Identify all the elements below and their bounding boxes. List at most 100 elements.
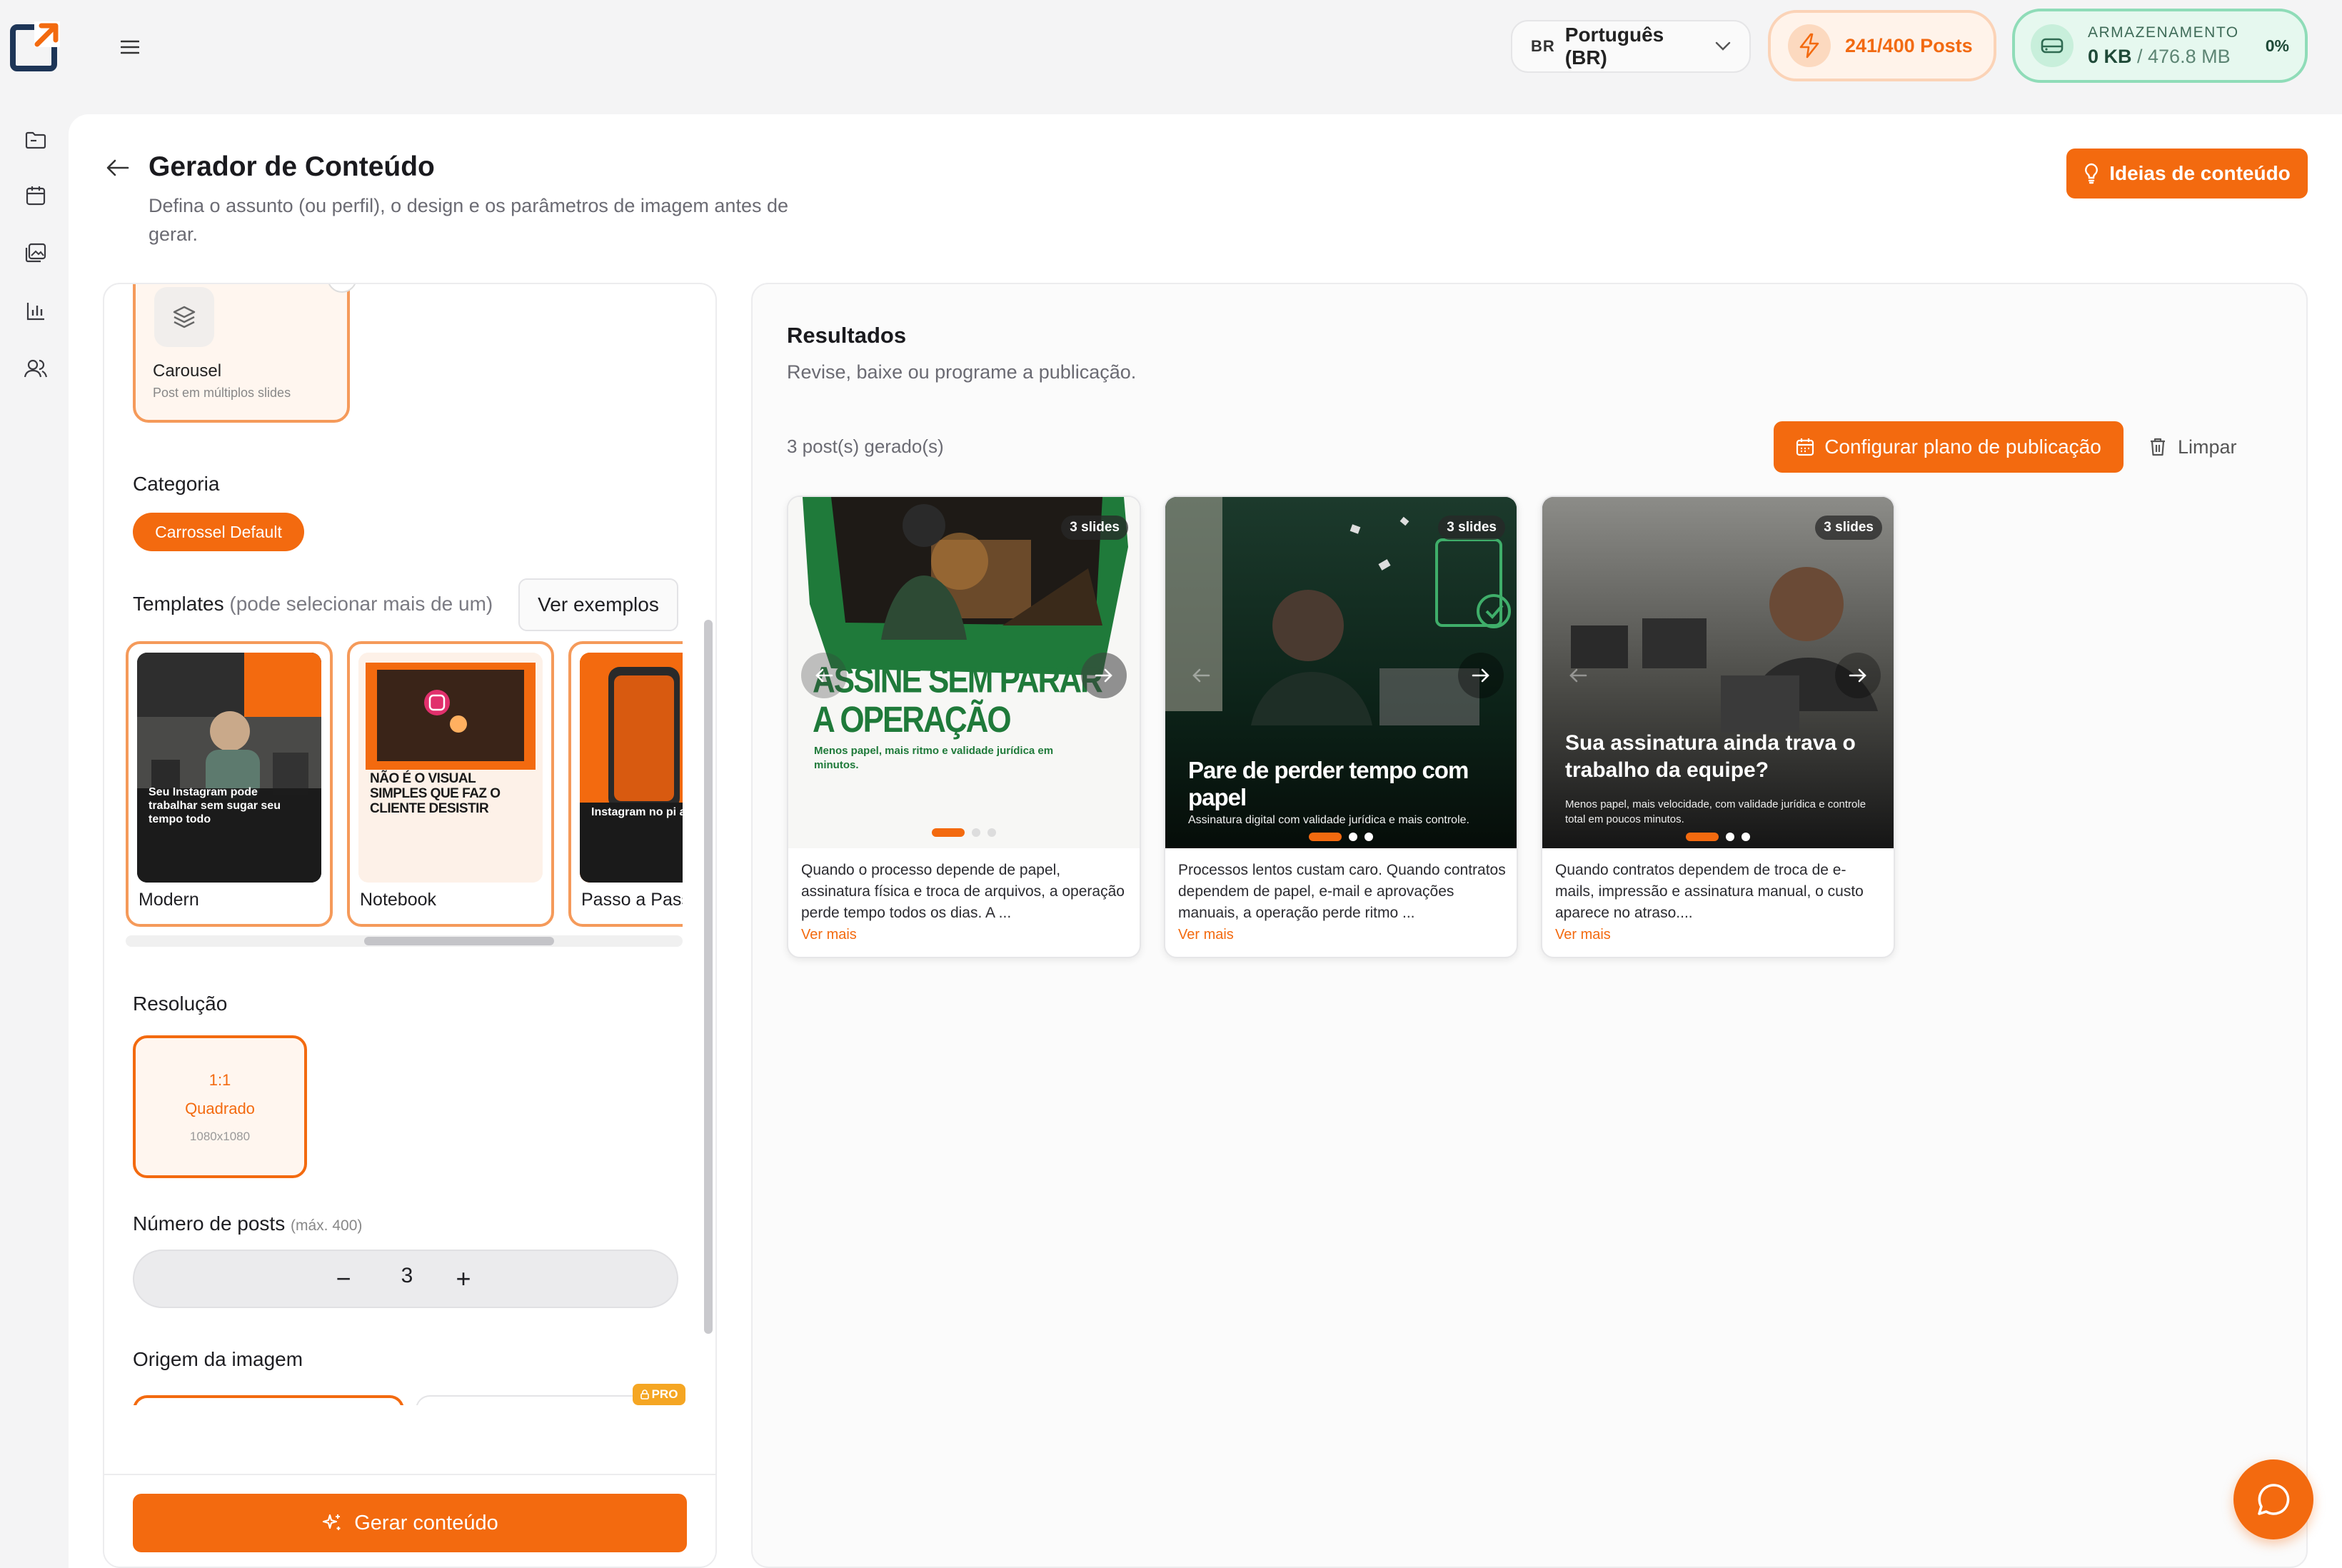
category-chip[interactable]: Carrossel Default <box>133 513 304 551</box>
post-subline: Assinatura digital com validade jurídica… <box>1188 814 1469 826</box>
back-arrow-icon[interactable] <box>100 150 136 186</box>
see-more-link[interactable]: Ver mais <box>1555 927 1611 943</box>
storage-total: / 476.8 MB <box>2131 45 2231 67</box>
trash-icon <box>2149 437 2166 457</box>
chevron-down-icon <box>1715 41 1731 51</box>
arrow-right-icon[interactable] <box>1835 653 1881 698</box>
template-headline-modern: Seu Instagram pode trabalhar sem sugar s… <box>149 786 281 825</box>
post-card[interactable]: ASSINE SEM PARAR A OPERAÇÃO Menos papel,… <box>787 496 1141 958</box>
category-label: Categoria <box>133 473 220 495</box>
results-subtitle: Revise, baixe ou programe a publicação. <box>787 361 1137 383</box>
format-subtitle: Post em múltiplos slides <box>153 386 291 400</box>
template-scrollbar[interactable] <box>126 935 683 947</box>
selected-badge <box>327 284 357 293</box>
post-headline: Sua assinatura ainda trava o trabalho da… <box>1565 731 1856 782</box>
publishing-plan-button[interactable]: Configurar plano de publicação <box>1774 421 2124 473</box>
chart-icon[interactable] <box>20 296 51 327</box>
lock-icon <box>640 1389 649 1399</box>
post-card[interactable]: Sua assinatura ainda trava o trabalho da… <box>1541 496 1895 958</box>
config-scrollbar[interactable] <box>704 620 713 1334</box>
hard-drive-icon <box>2031 24 2074 67</box>
increment-button[interactable]: + <box>446 1261 481 1297</box>
slides-badge: 3 slides <box>1061 516 1128 540</box>
arrow-left-icon[interactable] <box>1555 653 1601 698</box>
page-title: Gerador de Conteúdo <box>149 151 435 182</box>
sparkles-icon <box>321 1512 343 1534</box>
resolution-size: 1080x1080 <box>189 1130 251 1143</box>
resolution-ratio: 1:1 <box>208 1071 231 1089</box>
language-code: BR <box>1531 37 1555 55</box>
slide-dot[interactable] <box>1726 833 1734 841</box>
language-name: Português (BR) <box>1564 24 1664 69</box>
template-headline-notebook: NÃO É O VISUAL SIMPLES QUE FAZ O CLIENTE… <box>370 771 501 816</box>
slide-dot[interactable] <box>1309 833 1342 841</box>
pro-badge-label: PRO <box>651 1387 678 1401</box>
post-subline: Menos papel, mais ritmo e validade juríd… <box>814 745 1054 771</box>
app-logo[interactable] <box>10 21 60 71</box>
storage-used: 0 KB <box>2088 45 2132 67</box>
users-icon[interactable] <box>20 353 51 384</box>
template-preview-modern: Seu Instagram pode trabalhar sem sugar s… <box>137 653 321 883</box>
gallery-icon[interactable] <box>20 237 51 268</box>
posts-stepper: − 3 + <box>133 1250 678 1308</box>
template-headline-step-by-step: Instagram no pi automático <box>591 806 683 818</box>
arrow-left-icon[interactable] <box>1178 653 1224 698</box>
content-ideas-label: Ideias de conteúdo <box>2109 162 2291 184</box>
clear-button[interactable]: Limpar <box>2149 428 2263 466</box>
see-more-link[interactable]: Ver mais <box>1178 927 1234 943</box>
chat-bubble-icon <box>2256 1482 2291 1517</box>
post-card[interactable]: Pare de perder tempo com papel Assinatur… <box>1164 496 1518 958</box>
layers-icon <box>154 287 214 347</box>
template-card-notebook[interactable]: NÃO É O VISUAL SIMPLES QUE FAZ O CLIENTE… <box>347 641 554 927</box>
chat-button[interactable] <box>2233 1459 2313 1539</box>
lightning-icon <box>1788 24 1831 67</box>
page-subtitle: Defina o assunto (ou perfil), o design e… <box>149 195 788 245</box>
slides-badge: 3 slides <box>1815 516 1882 540</box>
posts-count-value: 3 <box>401 1264 413 1287</box>
slide-dot[interactable] <box>1349 833 1357 841</box>
post-subline: Menos papel, mais velocidade, com valida… <box>1565 798 1866 825</box>
posts-max: (máx. 400) <box>291 1217 363 1234</box>
resolution-option-square[interactable]: 1:1 Quadrado 1080x1080 <box>133 1035 307 1178</box>
decrement-button[interactable]: − <box>326 1261 361 1297</box>
arrow-right-icon[interactable] <box>1081 653 1127 698</box>
generate-content-button[interactable]: Gerar conteúdo <box>133 1494 687 1552</box>
slide-dot[interactable] <box>1365 833 1373 841</box>
slide-dot[interactable] <box>1686 833 1719 841</box>
see-more-link[interactable]: Ver mais <box>801 927 857 943</box>
slide-dot[interactable] <box>932 828 965 837</box>
template-card-modern[interactable]: Seu Instagram pode trabalhar sem sugar s… <box>126 641 333 927</box>
post-headline: ASSINE SEM PARAR A OPERAÇÃO <box>813 660 1103 740</box>
template-card-step-by-step[interactable]: Instagram no pi automático Passo a Pass <box>568 641 683 927</box>
resolution-name: Quadrado <box>185 1100 255 1117</box>
posts-counter[interactable]: 241/400 Posts <box>1768 10 1996 81</box>
storage-percent: 0% <box>2265 36 2289 55</box>
config-panel: Carousel Post em múltiplos slides Catego… <box>103 283 717 1568</box>
slide-dot[interactable] <box>972 828 980 837</box>
format-card-carousel[interactable]: Carousel Post em múltiplos slides <box>133 284 357 423</box>
results-title: Resultados <box>787 323 907 348</box>
arrow-right-icon[interactable] <box>1458 653 1504 698</box>
post-caption: Quando contratos dependem de troca de e-… <box>1555 862 1864 921</box>
posts-number-label: Número de posts (máx. 400) <box>133 1212 363 1235</box>
image-origin-label: Origem da imagem <box>133 1348 303 1370</box>
post-caption: Processos lentos custam caro. Quando con… <box>1178 862 1506 921</box>
templates-hint: (pode selecionar mais de um) <box>229 593 493 615</box>
folder-icon[interactable] <box>20 124 51 156</box>
template-label-step-by-step: Passo a Pass <box>581 890 683 910</box>
template-label-modern: Modern <box>139 890 199 910</box>
storage-indicator[interactable]: ARMAZENAMENTO 0 KB / 476.8 MB 0% <box>2012 9 2308 83</box>
image-origin-option-1[interactable] <box>133 1395 404 1405</box>
clear-label: Limpar <box>2178 436 2237 458</box>
content-ideas-button[interactable]: Ideias de conteúdo <box>2066 149 2308 198</box>
menu-icon[interactable] <box>114 31 146 63</box>
slide-dot[interactable] <box>1742 833 1750 841</box>
slide-dot[interactable] <box>987 828 996 837</box>
arrow-left-icon[interactable] <box>801 653 847 698</box>
generate-content-label: Gerar conteúdo <box>354 1511 498 1534</box>
post-headline: Pare de perder tempo com papel <box>1188 757 1469 810</box>
view-examples-button[interactable]: Ver exemplos <box>518 578 678 631</box>
calendar-icon[interactable] <box>20 180 51 211</box>
language-selector[interactable]: BR Português (BR) <box>1511 20 1751 73</box>
resolution-label: Resolução <box>133 992 228 1015</box>
